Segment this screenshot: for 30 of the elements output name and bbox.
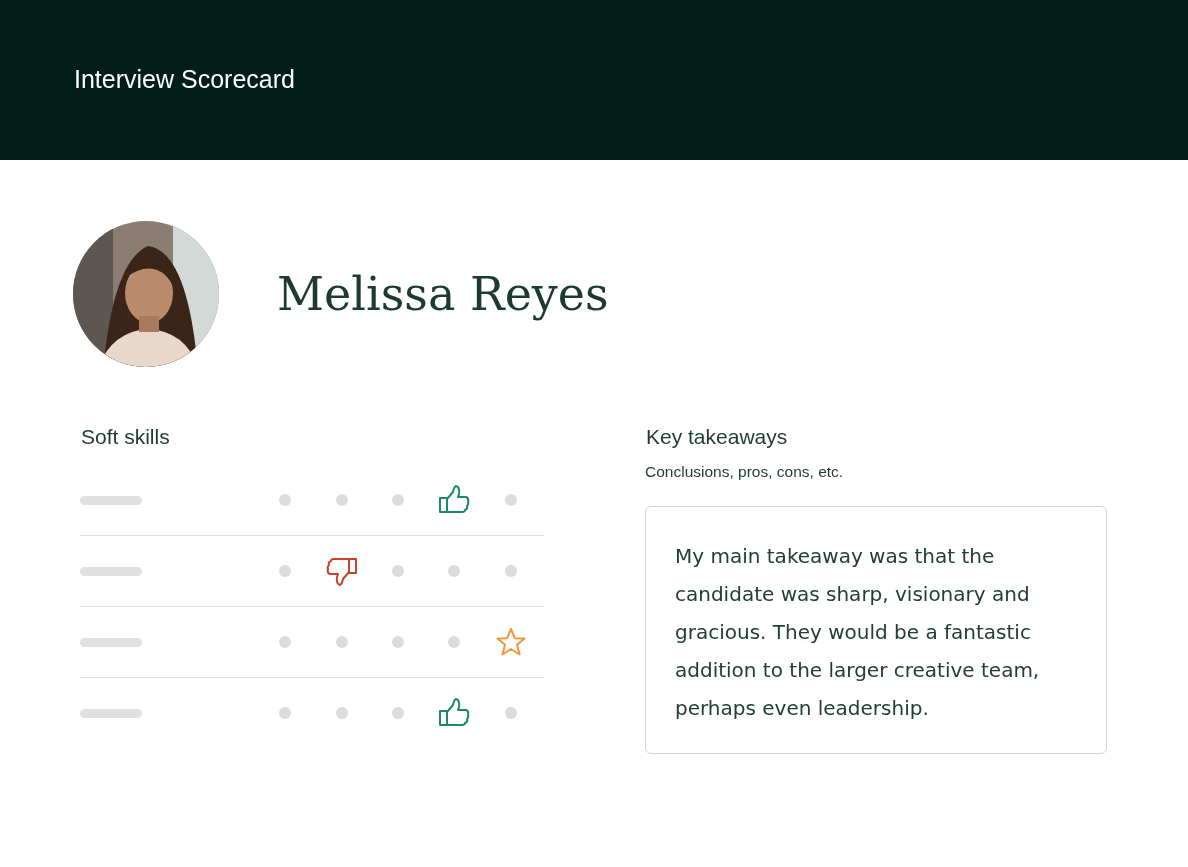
takeaways-text-area[interactable]: My main takeaway was that the candidate was sharp, visionary and gracious. They would be a fantastic addition to the larger creative team, perhaps even leadership. (645, 506, 1107, 754)
rating-dot[interactable] (335, 707, 348, 719)
placeholder-bar (80, 708, 142, 718)
section-hint: Conclusions, pros, cons, etc. (645, 463, 845, 481)
section-title: Soft skills (80, 425, 171, 450)
rating-dot[interactable] (504, 494, 517, 506)
rating-dot[interactable] (279, 565, 292, 577)
rating-dot[interactable] (391, 565, 404, 577)
placeholder-bar (80, 566, 142, 576)
section-title: Key takeaways (645, 425, 789, 450)
rating-dot[interactable] (504, 707, 517, 719)
placeholder-bar (80, 495, 142, 505)
placeholder-bar (80, 637, 142, 647)
thumbs-up-icon[interactable] (438, 697, 471, 729)
rating-dot[interactable] (279, 636, 292, 648)
rating-dot[interactable] (448, 636, 461, 648)
rating-dot[interactable] (391, 707, 404, 719)
rating-dot[interactable] (391, 494, 404, 506)
star-icon[interactable] (494, 626, 527, 658)
thumbs-up-icon[interactable] (438, 484, 471, 516)
rating-dot[interactable] (335, 494, 348, 506)
rating-dot[interactable] (279, 707, 292, 719)
rating-dot[interactable] (448, 565, 461, 577)
thumbs-down-icon[interactable] (325, 555, 358, 587)
rating-dot[interactable] (279, 494, 292, 506)
page-title: Interview Scorecard (74, 64, 295, 94)
rating-dot[interactable] (335, 636, 348, 648)
rating-dot[interactable] (391, 636, 404, 648)
candidate-name: Melissa Reyes (277, 267, 609, 321)
rating-dot[interactable] (504, 565, 517, 577)
